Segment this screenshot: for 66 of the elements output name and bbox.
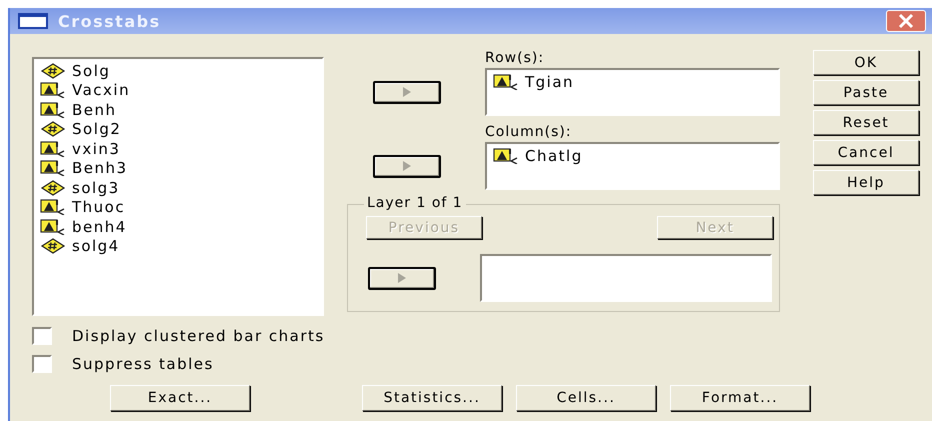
target-list[interactable]: Chatlg xyxy=(485,142,780,190)
variable-name: Benh xyxy=(72,100,117,119)
string-variable-icon xyxy=(40,82,66,98)
dialog-button[interactable]: Statistics... xyxy=(362,385,502,411)
layer-label: Layer 1 of 1 xyxy=(364,195,466,211)
dialog-button[interactable]: Help xyxy=(813,170,919,195)
variable-name: Solg xyxy=(72,62,110,80)
move-button[interactable] xyxy=(368,266,436,290)
variable-name: solg3 xyxy=(72,178,120,197)
variable-item[interactable]: Benh3 xyxy=(40,158,316,178)
variable-item[interactable]: Chatlg xyxy=(493,146,772,166)
close-button[interactable] xyxy=(886,10,926,32)
variable-name: benh4 xyxy=(72,218,127,236)
variable-name: Vacxin xyxy=(72,81,130,100)
checkbox[interactable] xyxy=(32,327,52,345)
dialog-button[interactable]: Format... xyxy=(670,385,810,411)
target-label: Column(s): xyxy=(485,124,573,142)
dialog-button[interactable]: OK xyxy=(813,50,919,75)
string-variable-icon xyxy=(493,148,519,164)
close-icon xyxy=(896,13,916,29)
checkbox-label: Display clustered bar charts xyxy=(72,327,325,345)
variable-item[interactable]: Thuoc xyxy=(40,198,316,217)
numeric-variable-icon xyxy=(40,238,66,254)
variable-name: Tgian xyxy=(525,72,574,91)
variable-name: Benh3 xyxy=(72,159,128,178)
variable-item[interactable]: Solg2 xyxy=(40,120,316,139)
variable-item[interactable]: solg3 xyxy=(40,178,316,198)
move-button[interactable] xyxy=(373,80,441,104)
string-variable-icon xyxy=(40,140,66,157)
string-variable-icon xyxy=(40,218,66,235)
variable-item[interactable]: vxin3 xyxy=(40,139,316,158)
target-list[interactable]: Tgian xyxy=(485,68,780,116)
dialog-button[interactable]: Cells... xyxy=(516,385,656,411)
string-variable-icon xyxy=(40,199,66,216)
numeric-variable-icon xyxy=(40,180,66,196)
dialog-button[interactable]: Reset xyxy=(813,110,919,135)
variable-name: solg4 xyxy=(72,237,120,256)
checkbox-label: Suppress tables xyxy=(72,355,214,373)
numeric-variable-icon xyxy=(40,121,66,138)
layer-list[interactable] xyxy=(480,254,772,302)
window-title: Crosstabs xyxy=(58,12,162,30)
target-label: Row(s): xyxy=(485,50,546,68)
variable-list[interactable]: Solg Vacxin Benh Solg2 vxin3 Benh3 solg3 Thuoc benh4 solg4 xyxy=(32,57,324,316)
variable-name: Thuoc xyxy=(72,198,126,216)
variable-item[interactable]: Benh xyxy=(40,100,316,120)
string-variable-icon xyxy=(493,74,519,90)
dialog-button[interactable]: Cancel xyxy=(813,140,919,165)
variable-name: Solg2 xyxy=(72,120,122,138)
variable-name: vxin3 xyxy=(72,140,120,158)
string-variable-icon xyxy=(40,102,66,118)
string-variable-icon xyxy=(40,160,66,176)
numeric-variable-icon xyxy=(40,62,66,79)
variable-name: Chatlg xyxy=(525,146,583,165)
variable-item[interactable]: Solg xyxy=(40,61,316,80)
right-arrow-icon xyxy=(397,272,407,284)
right-arrow-icon xyxy=(402,86,412,98)
variable-item[interactable]: Vacxin xyxy=(40,80,316,100)
window-icon xyxy=(18,13,48,29)
move-button[interactable] xyxy=(373,154,441,178)
checkbox[interactable] xyxy=(32,355,52,373)
dialog-button[interactable]: Paste xyxy=(813,80,919,105)
right-arrow-icon xyxy=(402,160,412,172)
variable-item[interactable]: solg4 xyxy=(40,236,316,256)
variable-item[interactable]: Tgian xyxy=(493,72,772,92)
variable-item[interactable]: benh4 xyxy=(40,217,316,236)
dialog-button[interactable]: Exact... xyxy=(110,385,250,411)
